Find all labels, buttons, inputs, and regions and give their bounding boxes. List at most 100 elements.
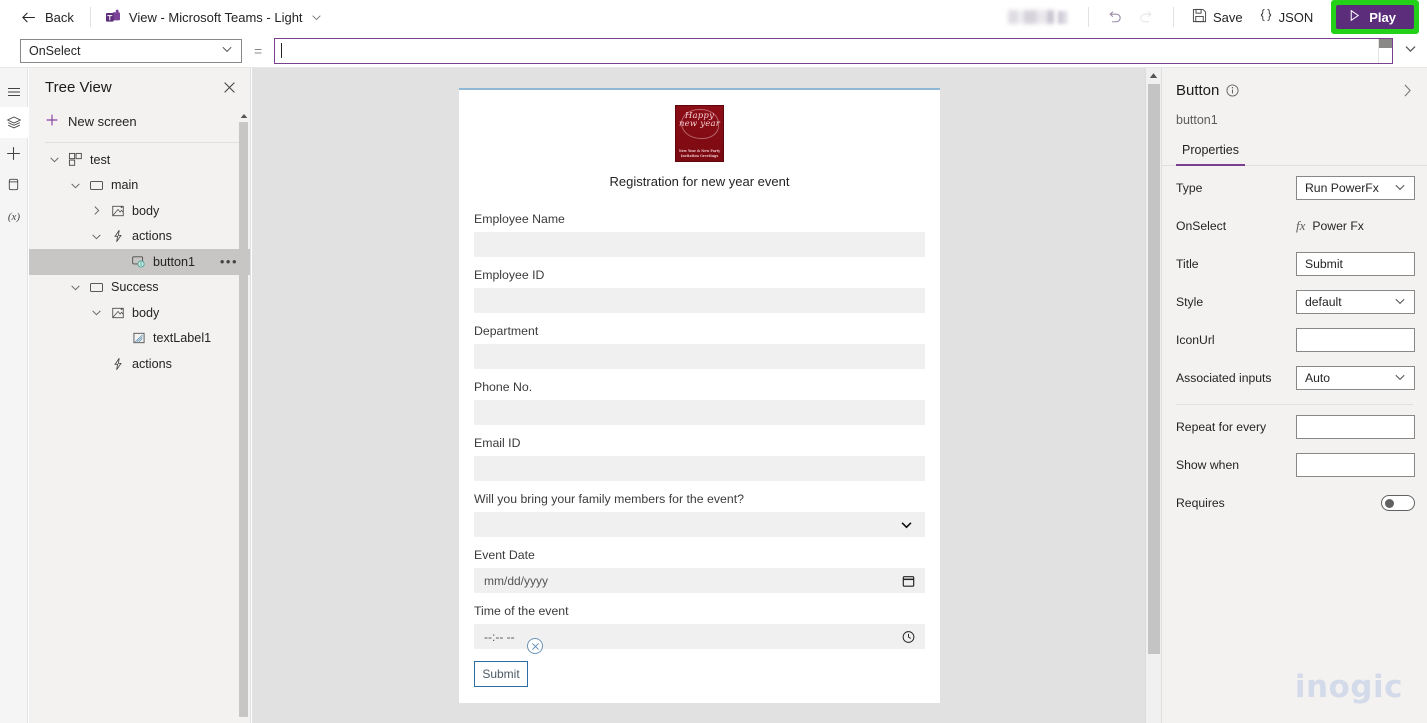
tree-node-actions[interactable]: actions [29, 224, 250, 250]
circle-x-icon[interactable] [527, 638, 543, 654]
redo-button[interactable] [1131, 2, 1163, 32]
left-icon-rail: (x) [0, 68, 28, 723]
fx-icon: fx [1296, 218, 1306, 233]
chevron-down-icon[interactable] [900, 518, 913, 531]
field-input-select[interactable] [474, 512, 925, 537]
redacted-user-chip [1007, 10, 1054, 24]
hamburger-menu-icon [6, 84, 22, 100]
property-select-associated-inputs[interactable]: Auto [1296, 366, 1415, 390]
field-input-text[interactable] [474, 400, 925, 425]
formula-scrollbar[interactable] [1378, 38, 1392, 63]
tree-scrollbar-thumb[interactable] [239, 122, 248, 717]
property-select-style[interactable]: default [1296, 290, 1415, 314]
tree-node-main[interactable]: main [29, 173, 250, 199]
json-button[interactable]: JSON [1251, 2, 1322, 32]
toolbar-divider-3 [1172, 7, 1174, 27]
field-input-text[interactable] [474, 456, 925, 481]
tree-node-label: textLabel1 [153, 331, 212, 346]
tree-node-success[interactable]: Success [29, 275, 250, 301]
field-label: Will you bring your family members for t… [474, 492, 744, 506]
rail-item-menu[interactable] [0, 76, 28, 107]
canvas-scrollbar-thumb[interactable] [1148, 84, 1160, 654]
requires-toggle[interactable] [1381, 495, 1415, 511]
property-text-repeat-for-every[interactable] [1296, 415, 1415, 439]
field-input-text[interactable] [474, 288, 925, 313]
tree-node-body[interactable]: body [29, 198, 250, 224]
info-circle-icon[interactable] [1226, 84, 1239, 97]
undo-button[interactable] [1099, 2, 1131, 32]
lightning-icon [107, 229, 128, 243]
textlabel-icon [128, 331, 149, 345]
tree-node-test[interactable]: test [29, 147, 250, 173]
field-label: Event Date [474, 548, 535, 562]
text-caret [281, 43, 283, 58]
back-button[interactable]: Back [14, 2, 80, 32]
tree-view-header: Tree View [29, 68, 250, 106]
property-text-title[interactable]: Submit [1296, 252, 1415, 276]
save-button[interactable]: Save [1184, 2, 1251, 32]
play-button[interactable]: Play [1336, 5, 1414, 29]
scroll-up-icon[interactable] [239, 112, 248, 120]
property-text-show-when[interactable] [1296, 453, 1415, 477]
layers-tree-icon [6, 115, 22, 131]
microsoft-teams-icon [105, 9, 121, 25]
canvas-scrollbar[interactable] [1145, 68, 1161, 723]
save-label: Save [1212, 9, 1243, 25]
property-label: Show when [1176, 458, 1240, 472]
arrow-left-icon [20, 9, 37, 26]
play-triangle-icon [1348, 9, 1361, 25]
tree-node-textlabel1[interactable]: textLabel1 [29, 326, 250, 352]
tree-node-label: body [132, 305, 160, 320]
clock-icon[interactable] [902, 630, 915, 643]
property-label: Style [1176, 295, 1204, 309]
container-icon [107, 204, 128, 218]
chevron-down-icon[interactable] [85, 231, 107, 242]
properties-header: Button [1162, 68, 1427, 99]
property-label: Title [1176, 257, 1199, 271]
property-text-iconurl[interactable] [1296, 328, 1415, 352]
property-label: Type [1176, 181, 1203, 195]
tree-node-body[interactable]: body [29, 300, 250, 326]
tree-node-label: actions [132, 356, 172, 371]
formula-expand-button[interactable] [1393, 42, 1427, 60]
form-fields: Employee Name Employee ID Department Phone … [459, 189, 940, 687]
chevron-down-icon [1394, 181, 1406, 196]
tree-node-actions[interactable]: actions [29, 351, 250, 377]
property-selector[interactable]: OnSelect [20, 38, 242, 63]
property-rows: Type Run PowerFx OnSelect fx Power Fx Title Su… [1162, 172, 1427, 394]
field-label: Time of the event [474, 604, 569, 618]
tree-node-label: actions [132, 229, 172, 244]
property-powerfx-link[interactable]: fx Power Fx [1296, 218, 1415, 234]
formula-input[interactable] [274, 37, 1393, 64]
tree-node-list: test main body actions button1 ••• Success body… [29, 147, 250, 377]
chevron-down-icon[interactable] [85, 307, 107, 318]
submit-button[interactable]: Submit [474, 661, 528, 687]
tree-node-label: button1 [153, 254, 196, 269]
view-title-dropdown[interactable]: View - Microsoft Teams - Light [101, 2, 326, 32]
back-label: Back [45, 9, 74, 25]
chevron-down-icon[interactable] [64, 180, 86, 191]
chevron-right-icon[interactable] [85, 205, 107, 216]
field-input-date[interactable]: mm/dd/yyyy [474, 568, 925, 593]
toolbar-divider [89, 7, 91, 27]
page-title: Registration for new year event [609, 174, 790, 189]
close-icon[interactable] [218, 76, 240, 98]
chevron-down-icon[interactable] [43, 154, 65, 165]
field-input-text[interactable] [474, 232, 925, 257]
collapse-panel-button[interactable] [1400, 83, 1415, 98]
rail-item-tree-view[interactable] [0, 107, 28, 138]
field-placeholder: mm/dd/yyyy [484, 573, 549, 588]
calendar-icon[interactable] [902, 574, 915, 587]
new-screen-button[interactable]: New screen [29, 106, 250, 136]
rail-item-data[interactable] [0, 169, 28, 200]
tree-scrollbar[interactable] [239, 112, 248, 717]
field-input-text[interactable] [474, 344, 925, 369]
chevron-down-icon[interactable] [64, 282, 86, 293]
tree-node-button1[interactable]: button1 ••• [29, 249, 250, 275]
property-select-type[interactable]: Run PowerFx [1296, 176, 1415, 200]
rail-item-variables[interactable]: (x) [0, 200, 28, 231]
rail-item-insert[interactable] [0, 138, 28, 169]
tab-properties[interactable]: Properties [1176, 139, 1245, 166]
scroll-up-icon[interactable] [1146, 68, 1161, 82]
json-label: JSON [1278, 9, 1314, 25]
